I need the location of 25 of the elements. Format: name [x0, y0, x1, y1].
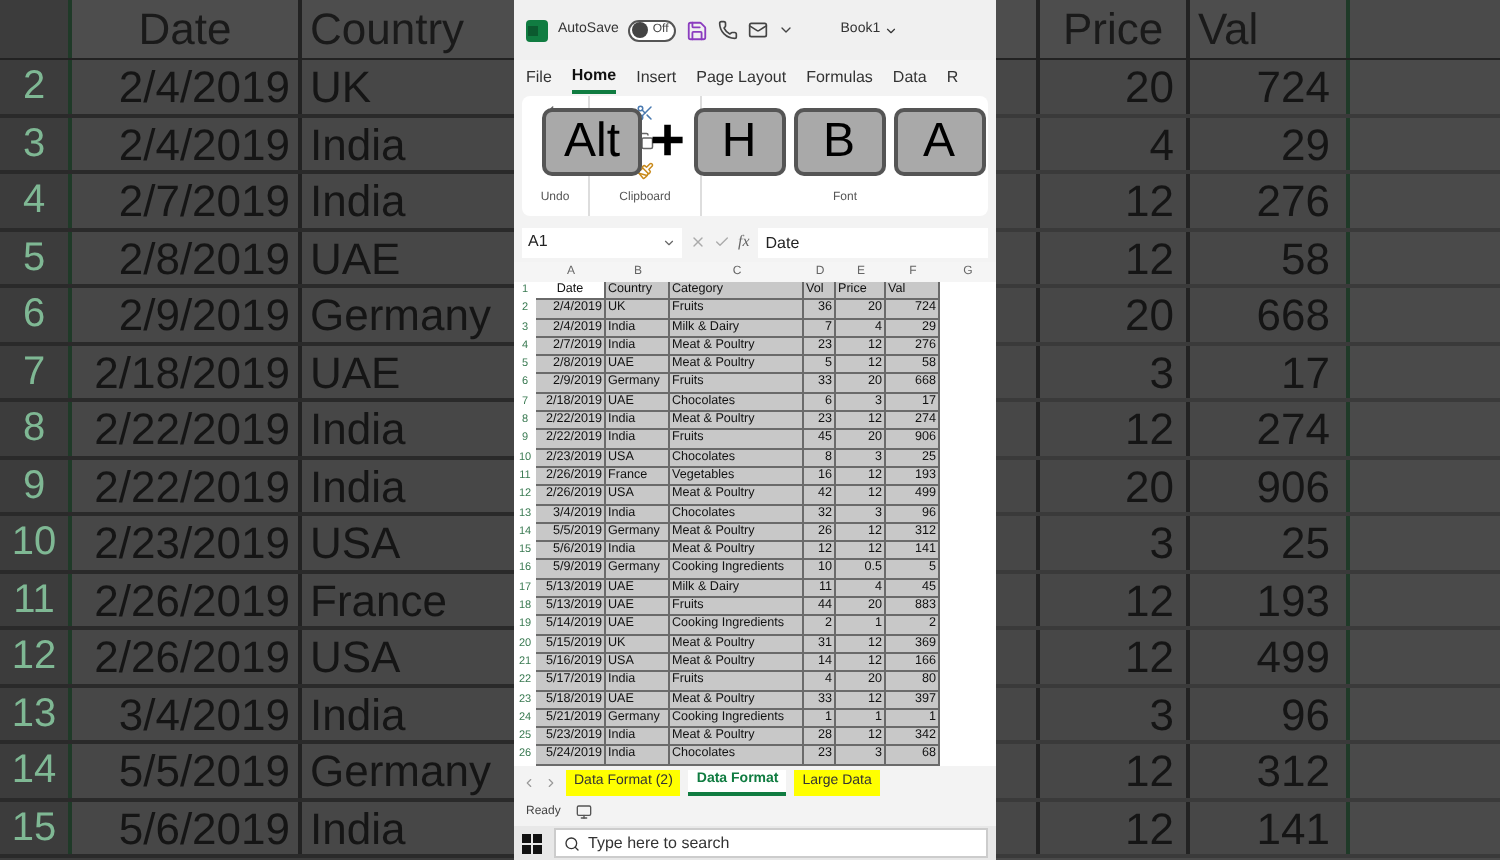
search-field[interactable]: Type here to search — [554, 828, 988, 858]
ribbon-tab[interactable]: File — [526, 62, 552, 94]
ribbon-tab[interactable]: Page Layout — [696, 62, 787, 94]
name-box[interactable]: A1 — [522, 227, 682, 257]
search-icon — [564, 835, 580, 851]
function-icon[interactable]: fx — [738, 230, 750, 254]
ribbon-tab[interactable]: Insert — [636, 62, 677, 94]
paintbrush-icon[interactable] — [636, 161, 654, 180]
keycap: Alt — [542, 108, 642, 176]
envelope-icon[interactable] — [748, 20, 769, 40]
plus-sign: + — [650, 112, 686, 172]
save-icon[interactable] — [686, 19, 709, 41]
keycap: H — [693, 108, 786, 176]
caret-icon — [884, 23, 899, 37]
ribbon-tab[interactable]: Formulas — [806, 62, 873, 94]
caret-icon[interactable] — [778, 22, 795, 38]
spreadsheet-app-icon — [526, 19, 548, 41]
phone-icon[interactable] — [718, 20, 739, 40]
keycap: B — [793, 108, 886, 176]
accessibility-icon[interactable] — [576, 804, 593, 820]
ribbon-tab[interactable]: Data — [892, 62, 927, 94]
formula-field[interactable]: Date — [757, 227, 988, 257]
keycap: A — [893, 108, 986, 176]
windows-icon[interactable] — [522, 833, 542, 853]
ribbon-tab[interactable]: R — [946, 62, 959, 94]
